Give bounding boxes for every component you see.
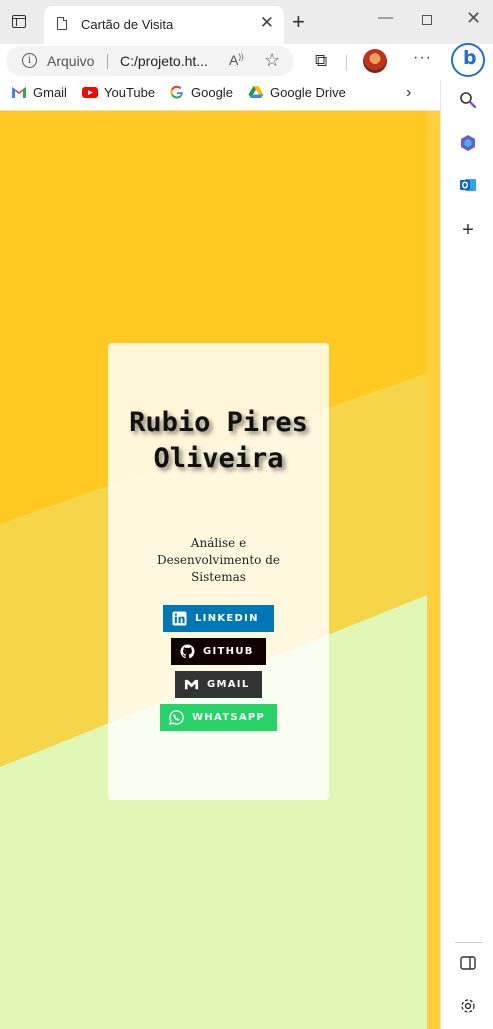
sidebar-divider [455,942,483,943]
bookmark-google-drive[interactable]: Google Drive [248,85,346,100]
gmail-button[interactable]: GMAIL [175,671,262,698]
page-viewport: Rubio Pires Oliveira Análise e Desenvolv… [0,111,440,1029]
toolbar-divider [346,55,347,71]
person-name: Rubio Pires Oliveira [129,407,308,474]
linkedin-icon [172,611,187,626]
close-tab-icon[interactable]: ✕ [260,14,274,32]
button-label: GITHUB [203,646,254,657]
bookmarks-bar: Gmail YouTube Google Google Drive › [0,80,440,111]
browser-tab[interactable]: Cartão de Visita ✕ [44,6,284,44]
github-button[interactable]: GITHUB [171,638,266,665]
minimize-icon[interactable]: — [378,9,393,27]
whatsapp-icon [169,710,184,725]
gmail-icon [12,87,26,98]
read-aloud-icon[interactable]: A)) [229,52,244,68]
button-label: GMAIL [207,679,250,690]
bookmark-label: Google [191,85,233,100]
google-icon [170,85,183,99]
bing-chat-icon[interactable]: b [451,43,485,77]
copilot-icon[interactable] [458,134,478,154]
more-options-icon[interactable]: ··· [413,49,432,67]
bookmark-label: Gmail [33,85,67,100]
profile-avatar[interactable] [363,49,387,73]
youtube-icon [82,87,98,98]
address-url[interactable]: C:/projeto.ht... [120,53,208,69]
search-icon[interactable] [458,91,478,111]
address-divider [107,54,108,69]
address-scheme: Arquivo [47,53,95,69]
business-card: Rubio Pires Oliveira Análise e Desenvolv… [108,343,329,800]
settings-icon[interactable] [458,997,478,1017]
tab-title: Cartão de Visita [81,17,174,32]
bookmark-label: YouTube [104,85,156,100]
info-icon[interactable]: i [22,53,37,68]
tab-actions-icon[interactable] [12,15,26,28]
split-screen-icon[interactable] [458,956,478,976]
extensions-icon[interactable]: ⧉ [315,51,327,71]
gmail-m-icon [184,679,199,690]
linkedin-button[interactable]: LINKEDIN [163,605,274,632]
whatsapp-button[interactable]: WHATSAPP [160,704,277,731]
button-label: LINKEDIN [195,613,259,624]
outlook-icon[interactable] [458,176,478,196]
chevron-right-icon[interactable]: › [406,84,411,102]
maximize-icon[interactable] [422,15,432,25]
job-title: Análise e Desenvolvimento de Sistemas [156,536,281,584]
bookmark-youtube[interactable]: YouTube [82,85,155,100]
page-icon [57,17,67,30]
toolbar: i Arquivo C:/projeto.ht... A)) ☆ ⧉ ··· b [0,43,493,80]
new-tab-icon[interactable]: + [292,10,305,34]
bookmark-gmail[interactable]: Gmail [11,85,67,100]
add-icon[interactable]: + [458,220,478,240]
add-favorite-icon[interactable]: ☆ [264,50,280,71]
bookmark-label: Google Drive [270,85,346,100]
bookmark-google[interactable]: Google [169,85,233,100]
close-window-icon[interactable]: ✕ [466,9,481,27]
address-bar[interactable]: i Arquivo C:/projeto.ht... A)) ☆ [6,46,294,76]
github-icon [180,644,195,659]
title-bar: Cartão de Visita ✕ + — ✕ [0,0,493,44]
button-label: WHATSAPP [192,712,266,723]
edge-sidebar: + [440,80,493,1029]
google-drive-icon [248,86,264,98]
